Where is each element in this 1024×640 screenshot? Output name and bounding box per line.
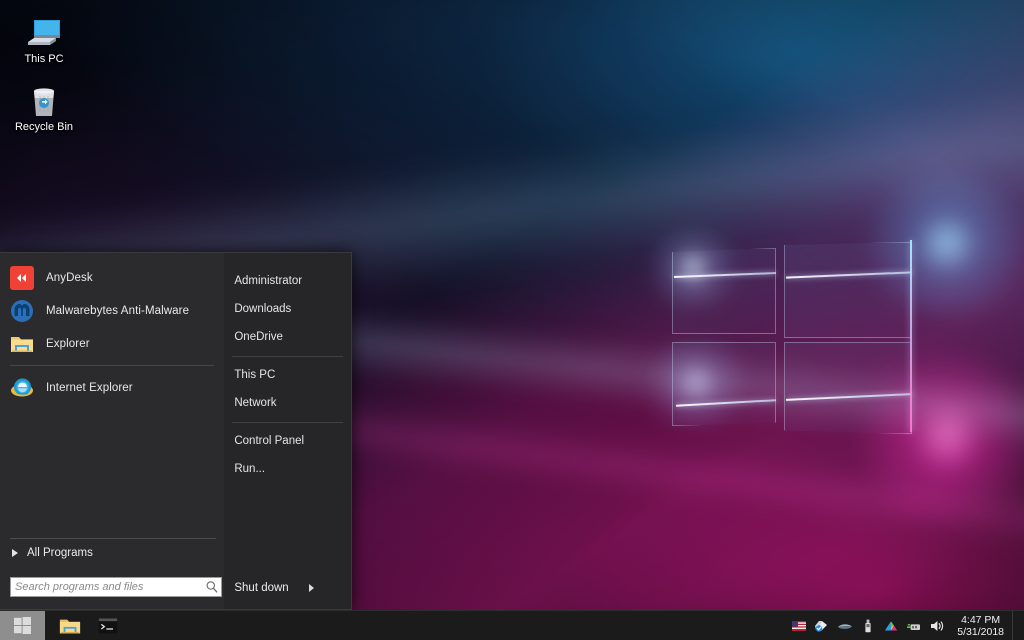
desktop-icon-group: This PC Recycle Bin [0,0,92,136]
start-menu-item-explorer[interactable]: Explorer [0,327,224,360]
place-label: OneDrive [234,331,283,343]
taskbar-pinned-items [51,611,127,640]
search-icon [205,580,219,594]
all-programs-label: All Programs [27,547,93,559]
malwarebytes-icon [10,299,34,323]
color-picker-icon[interactable] [883,618,899,634]
start-menu-item-label: Malwarebytes Anti-Malware [46,305,189,317]
clock-date: 5/31/2018 [957,626,1004,638]
taskbar-item-command-prompt[interactable] [89,611,127,640]
start-menu-place-administrator[interactable]: Administrator [224,267,351,295]
start-menu-place-control-panel[interactable]: Control Panel [224,427,351,455]
start-menu-right-divider-1 [232,356,343,357]
start-menu-item-anydesk[interactable]: AnyDesk [0,261,224,294]
start-menu-item-malwarebytes[interactable]: Malwarebytes Anti-Malware [0,294,224,327]
taskbar-item-file-explorer[interactable] [51,611,89,640]
recycle-bin-icon [2,78,86,118]
start-menu-divider [10,365,214,366]
taskbar-clock[interactable]: 4:47 PM 5/31/2018 [953,614,1012,638]
start-menu-place-downloads[interactable]: Downloads [224,295,351,323]
this-pc-icon [2,10,86,50]
taskbar[interactable]: 4:47 PM 5/31/2018 [0,610,1024,640]
desktop-icon-recycle-bin[interactable]: Recycle Bin [2,74,86,136]
search-input[interactable] [15,581,205,593]
network-icon[interactable] [906,618,922,634]
anydesk-tray-icon[interactable] [837,618,853,634]
place-label: Administrator [234,275,302,287]
command-prompt-icon [98,616,118,636]
chevron-right-icon[interactable] [309,584,314,592]
start-menu-program-list: AnyDesk Malwarebytes Anti-Malware [0,253,224,404]
chevron-right-icon [12,549,18,557]
start-menu[interactable]: AnyDesk Malwarebytes Anti-Malware [0,252,352,610]
explorer-folder-icon [10,332,34,356]
start-menu-item-label: AnyDesk [46,272,93,284]
place-label: Downloads [234,303,291,315]
place-label: Network [234,397,276,409]
desktop-icon-this-pc[interactable]: This PC [2,6,86,68]
dropbox-icon[interactable] [814,618,830,634]
shut-down-label: Shut down [224,582,288,594]
start-menu-place-run[interactable]: Run... [224,455,351,483]
volume-icon[interactable] [929,618,945,634]
start-menu-places-list: Administrator Downloads OneDrive This PC… [224,253,351,483]
start-menu-place-network[interactable]: Network [224,389,351,417]
show-desktop-button[interactable] [1012,611,1020,640]
shut-down-button[interactable]: Shut down [224,575,351,601]
desktop-icon-label: Recycle Bin [2,121,86,134]
start-button[interactable] [0,611,45,640]
internet-explorer-icon [10,376,34,400]
explorer-folder-icon [59,615,81,637]
start-menu-item-label: Explorer [46,338,90,350]
anydesk-icon [10,266,34,290]
all-programs-divider [10,538,216,539]
start-menu-item-label: Internet Explorer [46,382,133,394]
start-menu-right-divider-2 [232,422,343,423]
windows-logo-icon [14,617,31,634]
place-label: Control Panel [234,435,304,447]
start-menu-place-onedrive[interactable]: OneDrive [224,323,351,351]
system-tray: 4:47 PM 5/31/2018 [791,611,1024,640]
place-label: Run... [234,463,265,475]
start-menu-place-this-pc[interactable]: This PC [224,361,351,389]
language-flag-icon[interactable] [791,618,807,634]
tray-icon-group [791,618,953,634]
start-menu-item-internet-explorer[interactable]: Internet Explorer [0,371,224,404]
desktop-icon-label: This PC [2,53,86,66]
all-programs-button[interactable]: All Programs [0,540,225,566]
start-menu-right-panel: Administrator Downloads OneDrive This PC… [224,253,351,609]
clock-time: 4:47 PM [957,614,1004,626]
search-box[interactable] [10,577,222,597]
usb-safely-remove-icon[interactable] [860,618,876,634]
place-label: This PC [234,369,275,381]
start-menu-left-panel: AnyDesk Malwarebytes Anti-Malware [0,253,224,609]
